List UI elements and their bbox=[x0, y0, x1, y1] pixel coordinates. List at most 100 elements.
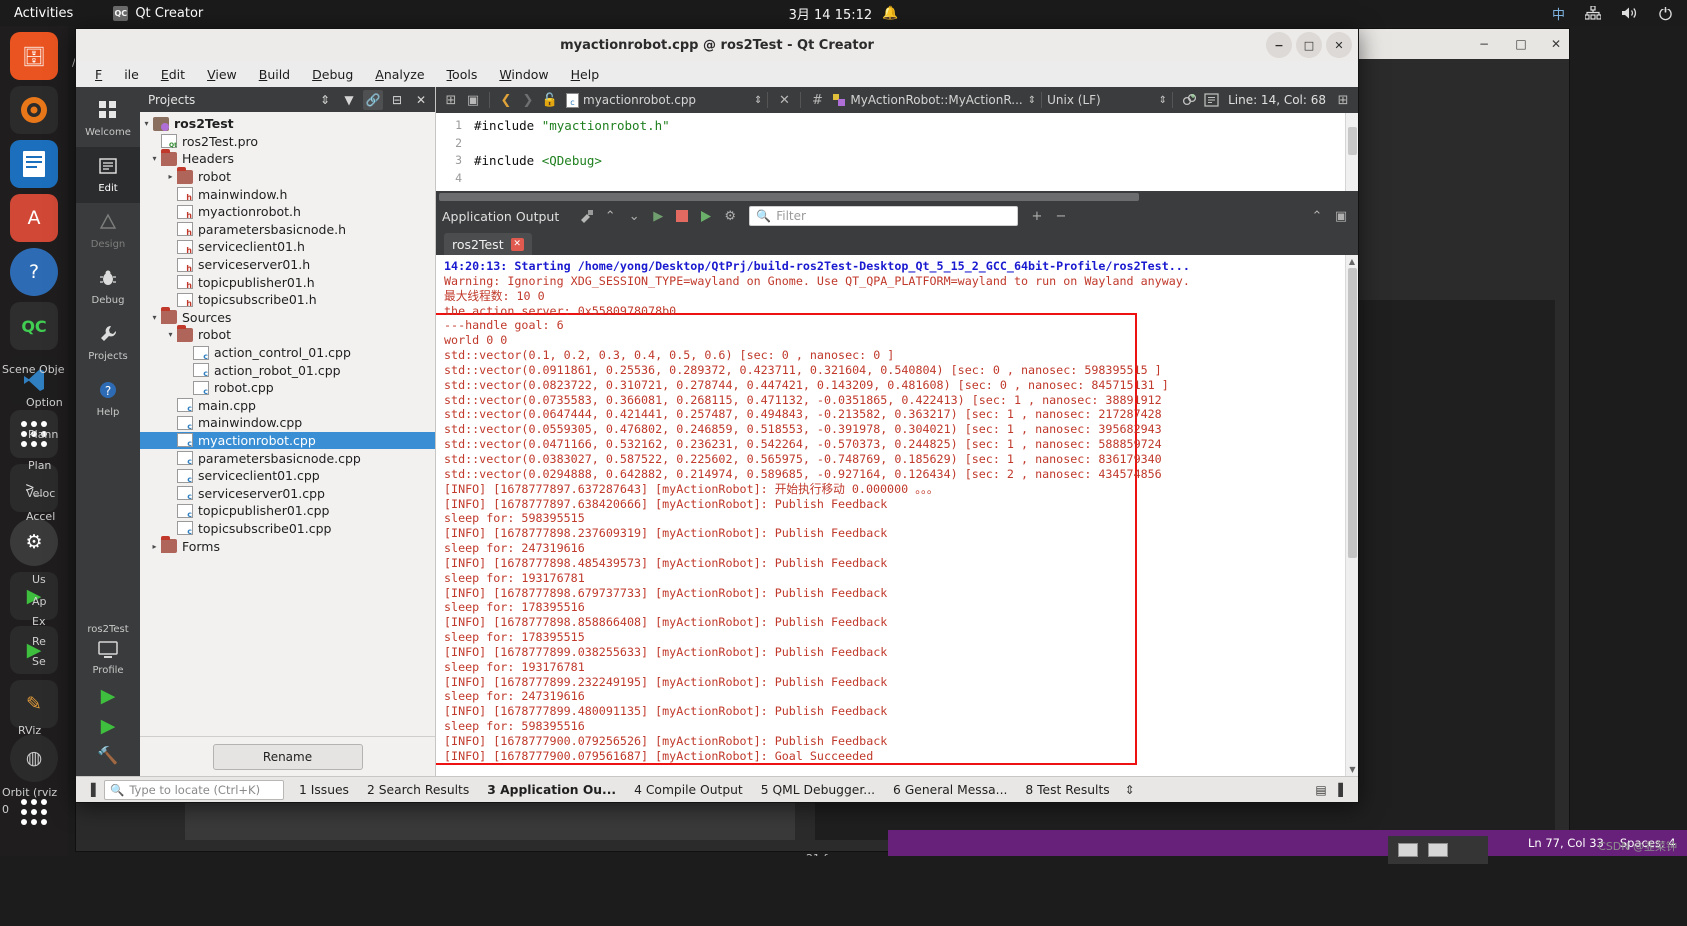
dock-item-run-debug[interactable]: ▶ bbox=[10, 626, 58, 674]
output-filter-input[interactable]: 🔍 Filter bbox=[749, 206, 1018, 226]
project-tree-item[interactable]: action_robot_01.cpp bbox=[140, 361, 435, 379]
project-tree-item[interactable]: main.cpp bbox=[140, 397, 435, 415]
split-icon[interactable]: ⊟ bbox=[387, 90, 407, 110]
run-button[interactable]: ▶ bbox=[91, 681, 125, 711]
dock-item-qt-creator[interactable]: QC bbox=[10, 302, 58, 350]
collapse-arrow-icon[interactable]: ▸ bbox=[164, 172, 177, 181]
dock-item-settings[interactable]: ⚙ bbox=[10, 518, 58, 566]
link-icon[interactable]: 🔗 bbox=[363, 89, 383, 110]
window-controls[interactable]: − □ ✕ bbox=[1266, 32, 1352, 58]
scroll-up-icon[interactable]: ▲ bbox=[1346, 255, 1358, 268]
current-file-combo[interactable]: myactionrobot.cpp bbox=[583, 93, 696, 107]
filter-icon[interactable]: ▼ bbox=[339, 90, 359, 110]
power-icon[interactable] bbox=[1658, 5, 1673, 21]
dock-item-libreoffice-writer[interactable] bbox=[10, 140, 58, 188]
status-tab-general-messages[interactable]: 6 General Messa... bbox=[884, 783, 1016, 797]
mode-welcome[interactable]: Welcome bbox=[76, 91, 140, 147]
output-pane-actions[interactable]: + − ⌃ ▣ bbox=[1026, 205, 1352, 227]
dock-item-files[interactable]: 🗄 bbox=[10, 32, 58, 80]
next-item-icon[interactable]: ⌄ bbox=[623, 205, 645, 227]
network-icon[interactable] bbox=[1585, 6, 1601, 20]
close-button[interactable]: ✕ bbox=[1326, 32, 1352, 58]
code-content[interactable]: #include "myactionrobot.h" #include <QDe… bbox=[468, 113, 1345, 191]
vscode-status-bar[interactable]: Ln 77, Col 33 Spaces: 4 UTF-8 LF { } Pyt… bbox=[888, 830, 1687, 856]
dock-item-help[interactable]: ? bbox=[10, 248, 58, 296]
scroll-down-icon[interactable]: ▼ bbox=[1346, 763, 1358, 776]
project-tree-item[interactable]: parametersbasicnode.h bbox=[140, 221, 435, 239]
bg-minimize-icon[interactable]: − bbox=[1476, 36, 1492, 52]
project-tree-item[interactable]: serviceserver01.h bbox=[140, 256, 435, 274]
menu-bar[interactable]: File Edit View Build Debug Analyze Tools… bbox=[76, 61, 1358, 87]
project-tree-item[interactable]: ros2Test.pro bbox=[140, 133, 435, 151]
project-tree-item[interactable]: serviceclient01.h bbox=[140, 238, 435, 256]
split-editor-icon[interactable]: ⊞ bbox=[440, 89, 462, 111]
activities-button[interactable]: Activities bbox=[14, 6, 73, 21]
stop-icon[interactable] bbox=[671, 205, 693, 227]
project-tree-item[interactable]: mainwindow.h bbox=[140, 185, 435, 203]
dock-item-pencil[interactable]: ✎ bbox=[10, 680, 58, 728]
collapse-arrow-icon[interactable]: ▸ bbox=[148, 542, 161, 551]
project-tree-item[interactable]: topicpublisher01.cpp bbox=[140, 502, 435, 520]
dock-item-ubuntu-software[interactable]: A bbox=[10, 194, 58, 242]
mode-projects[interactable]: Projects bbox=[76, 315, 140, 371]
mode-help[interactable]: ? Help bbox=[76, 371, 140, 427]
mode-debug[interactable]: Debug bbox=[76, 259, 140, 315]
dock-item-firefox[interactable] bbox=[10, 86, 58, 134]
menu-tools[interactable]: Tools bbox=[436, 64, 489, 85]
ime-indicator[interactable]: 中 bbox=[1552, 4, 1565, 23]
close-output-icon[interactable]: ▣ bbox=[1330, 205, 1352, 227]
dock-item-rviz[interactable]: ◍ bbox=[10, 734, 58, 782]
view-selector-icon[interactable]: ⇕ bbox=[315, 90, 335, 110]
menu-window[interactable]: Window bbox=[488, 64, 559, 85]
project-tree[interactable]: ▾ros2Testros2Test.pro▾Headers▸robotmainw… bbox=[140, 112, 435, 736]
show-applications-button[interactable] bbox=[10, 788, 58, 836]
status-tab-application-output[interactable]: 3 Application Ou... bbox=[478, 783, 625, 797]
line-ending-combo[interactable]: Unix (LF) bbox=[1047, 93, 1101, 107]
text-wrap-icon[interactable] bbox=[1200, 89, 1222, 111]
close-pane-icon[interactable]: ✕ bbox=[411, 90, 431, 110]
mode-design[interactable]: Design bbox=[76, 203, 140, 259]
project-tree-item[interactable]: serviceserver01.cpp bbox=[140, 484, 435, 502]
locator-input[interactable]: 🔍 Type to locate (Ctrl+K) bbox=[104, 779, 284, 800]
maximize-button[interactable]: □ bbox=[1296, 32, 1322, 58]
window-thumbnails[interactable] bbox=[1388, 836, 1488, 864]
toggle-right-sidebar-icon[interactable]: ▌ bbox=[1332, 780, 1354, 800]
output-vertical-scrollbar[interactable]: ▲ ▼ bbox=[1345, 255, 1358, 776]
close-document-icon[interactable]: ✕ bbox=[773, 89, 795, 111]
editor-vertical-scrollbar[interactable] bbox=[1345, 113, 1358, 191]
status-tab-test-results[interactable]: 8 Test Results bbox=[1016, 783, 1118, 797]
hash-icon[interactable]: # bbox=[806, 89, 828, 111]
rerun-icon[interactable] bbox=[575, 205, 597, 227]
decrease-font-icon[interactable]: − bbox=[1050, 205, 1072, 227]
project-tree-item[interactable]: topicpublisher01.h bbox=[140, 273, 435, 291]
progress-details-icon[interactable]: ▤ bbox=[1310, 780, 1332, 800]
project-tree-item[interactable]: ▸ Forms bbox=[140, 536, 435, 555]
project-tree-item[interactable]: parametersbasicnode.cpp bbox=[140, 449, 435, 467]
line-ending-spinner-icon[interactable]: ⇕ bbox=[1159, 95, 1167, 106]
close-tab-icon[interactable]: ✕ bbox=[510, 237, 524, 251]
code-editor[interactable]: 1 2 3 4 #include "myactionrobot.h" #incl… bbox=[436, 113, 1358, 191]
editor-toolbar[interactable]: ⊞ ▣ ❮ ❯ 🔓 c myactionrobot.cpp ⇕ ✕ # MyAc… bbox=[436, 87, 1358, 113]
bg-maximize-icon[interactable]: □ bbox=[1513, 36, 1529, 52]
maximize-output-icon[interactable]: ⌃ bbox=[1306, 205, 1328, 227]
volume-icon[interactable] bbox=[1621, 6, 1638, 20]
lock-icon[interactable]: 🔓 bbox=[539, 89, 561, 111]
expand-arrow-icon[interactable]: ▾ bbox=[148, 154, 161, 163]
bg-close-icon[interactable]: ✕ bbox=[1548, 36, 1564, 52]
go-forward-icon[interactable]: ❯ bbox=[517, 89, 539, 111]
editor-horizontal-scrollbar[interactable] bbox=[436, 191, 1358, 203]
project-tree-item[interactable]: ▾ Headers bbox=[140, 148, 435, 168]
project-tree-item[interactable]: myactionrobot.cpp bbox=[140, 431, 435, 450]
settings-gear-icon[interactable]: ⚙ bbox=[719, 205, 741, 227]
output-tab-ros2test[interactable]: ros2Test ✕ bbox=[444, 233, 532, 255]
qt-status-bar[interactable]: ▐ 🔍 Type to locate (Ctrl+K) 1 Issues 2 S… bbox=[76, 776, 1358, 802]
go-back-icon[interactable]: ❮ bbox=[495, 89, 517, 111]
project-tree-item[interactable]: topicsubscribe01.cpp bbox=[140, 520, 435, 538]
ubuntu-dock[interactable]: 🗄 A ? QC >_ ⚙ ▶ ▶ ✎ ◍ bbox=[0, 26, 68, 926]
output-run-tabs[interactable]: ros2Test ✕ bbox=[436, 229, 1358, 255]
mode-selector[interactable]: Welcome Edit Design Debug Projects ? Hel… bbox=[76, 87, 140, 776]
menu-view[interactable]: View bbox=[196, 64, 248, 85]
project-tree-item[interactable]: serviceclient01.cpp bbox=[140, 467, 435, 485]
menu-file[interactable]: File bbox=[84, 64, 150, 85]
prev-item-icon[interactable]: ⌃ bbox=[599, 205, 621, 227]
